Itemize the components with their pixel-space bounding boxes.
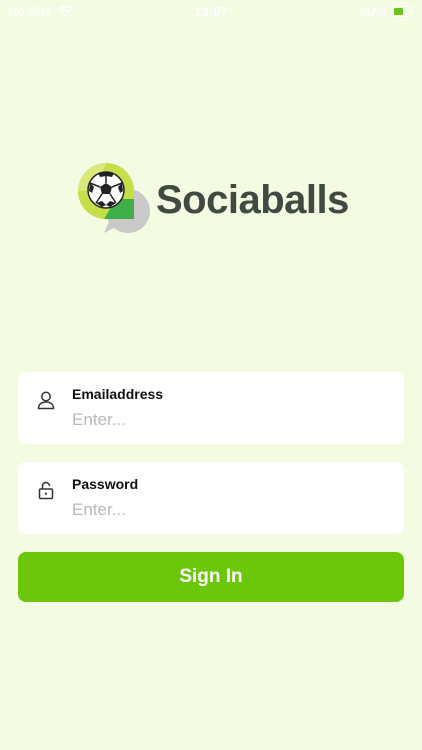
battery-level <box>394 8 403 15</box>
app-logo: Sociaballs <box>76 160 349 240</box>
email-label: Emailaddress <box>72 386 164 402</box>
password-field-card[interactable]: Password <box>18 462 404 534</box>
soccer-ball-chat-bubble-icon <box>76 161 154 239</box>
sign-in-button[interactable]: Sign In <box>18 552 404 602</box>
user-icon <box>37 391 55 410</box>
password-label: Password <box>72 476 139 492</box>
lock-icon <box>38 481 54 500</box>
email-input[interactable] <box>72 408 382 432</box>
email-field-card[interactable]: Emailaddress <box>18 372 404 444</box>
brand-name: Sociaballs <box>156 177 349 222</box>
status-bar: No SIM 13:07 60% <box>0 0 422 24</box>
battery-icon <box>392 6 412 17</box>
status-right: 60% <box>360 4 412 19</box>
battery-percent: 60% <box>359 4 386 19</box>
password-input[interactable] <box>72 498 382 522</box>
status-time: 13:07 <box>194 4 228 19</box>
